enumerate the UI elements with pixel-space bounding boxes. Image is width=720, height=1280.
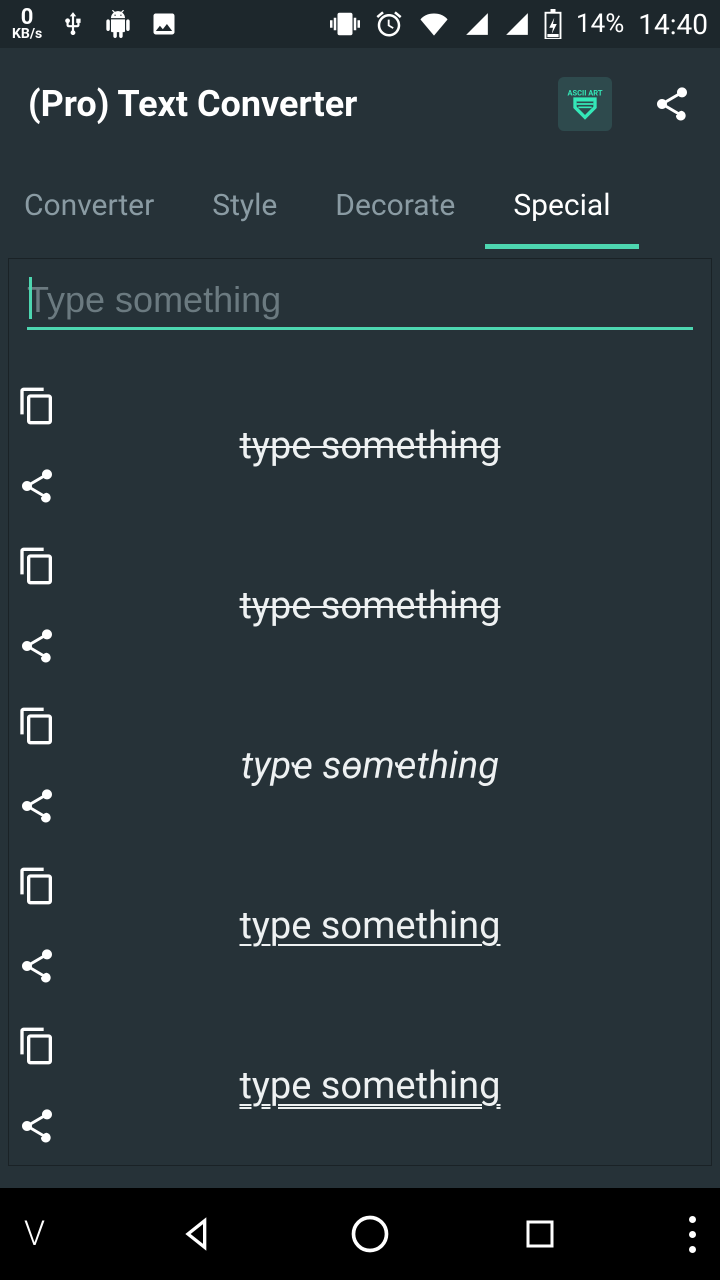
clock-time: 14:40 bbox=[638, 8, 708, 41]
text-cursor bbox=[29, 277, 32, 319]
usb-icon bbox=[60, 9, 86, 39]
result-row: type something bbox=[9, 366, 711, 526]
app-bar: (Pro) Text Converter ASCII ART bbox=[0, 48, 720, 160]
image-icon bbox=[150, 10, 178, 38]
content-area: type something type something bbox=[8, 258, 712, 1166]
network-speed: 0 KB/s bbox=[12, 8, 42, 40]
nav-v-label: V bbox=[24, 1214, 47, 1254]
copy-icon[interactable] bbox=[17, 546, 57, 586]
result-text: typҽ sѳmҽthing bbox=[241, 744, 499, 788]
result-text: type something bbox=[239, 1064, 500, 1108]
navigation-bar: V bbox=[0, 1188, 720, 1280]
tab-bar: Converter Style Decorate Special bbox=[0, 160, 720, 250]
result-text: type something bbox=[239, 904, 500, 948]
share-icon[interactable] bbox=[17, 946, 57, 986]
copy-icon[interactable] bbox=[17, 706, 57, 746]
share-icon[interactable] bbox=[17, 786, 57, 826]
share-icon[interactable] bbox=[17, 466, 57, 506]
result-row: typҽ sѳmҽthing bbox=[9, 686, 711, 846]
signal1-icon bbox=[464, 11, 490, 37]
home-button[interactable] bbox=[348, 1212, 392, 1256]
share-icon[interactable] bbox=[17, 1106, 57, 1146]
result-row: type something bbox=[9, 526, 711, 686]
back-button[interactable] bbox=[178, 1214, 218, 1254]
share-icon[interactable] bbox=[17, 626, 57, 666]
android-icon bbox=[104, 10, 132, 38]
menu-dots-icon[interactable] bbox=[689, 1216, 696, 1253]
status-bar: 0 KB/s 14% 14:40 bbox=[0, 0, 720, 48]
battery-icon bbox=[544, 9, 562, 39]
alarm-icon bbox=[374, 9, 404, 39]
ascii-art-button[interactable]: ASCII ART bbox=[558, 77, 612, 131]
app-title: (Pro) Text Converter bbox=[28, 83, 357, 125]
svg-text:ASCII ART: ASCII ART bbox=[567, 89, 602, 98]
result-row: type something bbox=[9, 846, 711, 1006]
vibrate-icon bbox=[330, 9, 360, 39]
result-text: type something bbox=[239, 584, 500, 628]
battery-percent: 14% bbox=[576, 9, 624, 39]
copy-icon[interactable] bbox=[17, 1026, 57, 1066]
share-icon[interactable] bbox=[652, 84, 692, 124]
signal2-icon bbox=[504, 11, 530, 37]
tab-special[interactable]: Special bbox=[513, 188, 610, 247]
tab-decorate[interactable]: Decorate bbox=[335, 188, 455, 247]
copy-icon[interactable] bbox=[17, 386, 57, 426]
recent-button[interactable] bbox=[522, 1216, 558, 1252]
result-text: type something bbox=[239, 424, 500, 468]
result-row: type something bbox=[9, 1006, 711, 1166]
wifi-icon bbox=[418, 10, 450, 38]
text-input[interactable] bbox=[27, 273, 693, 330]
tab-converter[interactable]: Converter bbox=[24, 188, 154, 247]
tab-style[interactable]: Style bbox=[212, 188, 277, 247]
copy-icon[interactable] bbox=[17, 866, 57, 906]
